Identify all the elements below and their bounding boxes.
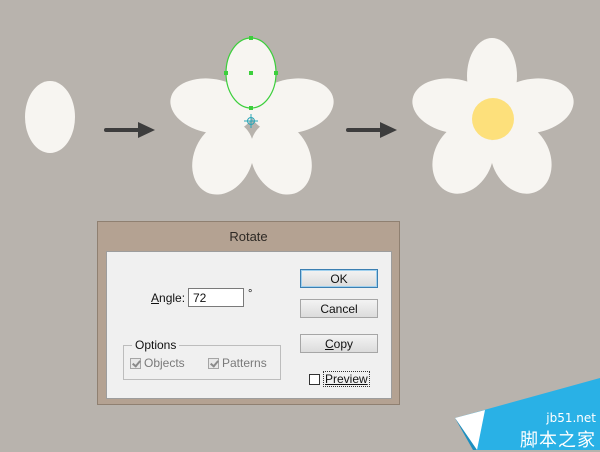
patterns-checkbox-row[interactable]: Patterns bbox=[208, 356, 267, 370]
objects-checkbox[interactable] bbox=[130, 357, 141, 369]
copy-rest: opy bbox=[333, 336, 354, 351]
cancel-button[interactable]: Cancel bbox=[300, 299, 378, 318]
copy-button[interactable]: Copy bbox=[300, 334, 378, 353]
objects-checkbox-row[interactable]: Objects bbox=[130, 356, 185, 370]
flower-center bbox=[472, 98, 514, 140]
finished-flower bbox=[412, 38, 574, 194]
dialog-body: Angle: ° Options Objects Patterns OK Can… bbox=[106, 251, 392, 399]
degree-unit: ° bbox=[248, 288, 253, 300]
arrow-right-icon bbox=[346, 122, 397, 138]
preview-accel: P bbox=[325, 372, 334, 386]
angle-label-accel: A bbox=[151, 291, 160, 305]
objects-label: Objects bbox=[144, 356, 185, 370]
watermark-name: 脚本之家 bbox=[520, 430, 596, 451]
preview-rest: review bbox=[333, 372, 368, 386]
preview-checkbox[interactable] bbox=[309, 373, 320, 385]
angle-input[interactable] bbox=[188, 288, 244, 307]
options-group: Options Objects Patterns bbox=[123, 338, 281, 380]
patterns-label: Patterns bbox=[222, 356, 267, 370]
copy-accel: C bbox=[324, 336, 334, 351]
preview-checkbox-row[interactable]: Preview bbox=[309, 371, 370, 387]
angle-label-rest: ngle: bbox=[159, 291, 186, 305]
dialog-title: Rotate bbox=[229, 229, 268, 244]
preview-label: Preview bbox=[323, 371, 370, 387]
watermark: jb51.net 脚本之家 bbox=[455, 378, 600, 451]
arrow-right-icon bbox=[104, 122, 155, 138]
single-petal bbox=[25, 81, 75, 153]
options-legend: Options bbox=[132, 338, 180, 352]
ok-button[interactable]: OK bbox=[300, 269, 378, 288]
artwork-canvas bbox=[25, 36, 574, 195]
watermark-domain: jb51.net bbox=[546, 411, 596, 425]
rotate-dialog: Rotate Angle: ° Options Objects Patterns… bbox=[97, 221, 400, 405]
angle-label: Angle: bbox=[151, 291, 185, 305]
patterns-checkbox[interactable] bbox=[208, 357, 219, 369]
